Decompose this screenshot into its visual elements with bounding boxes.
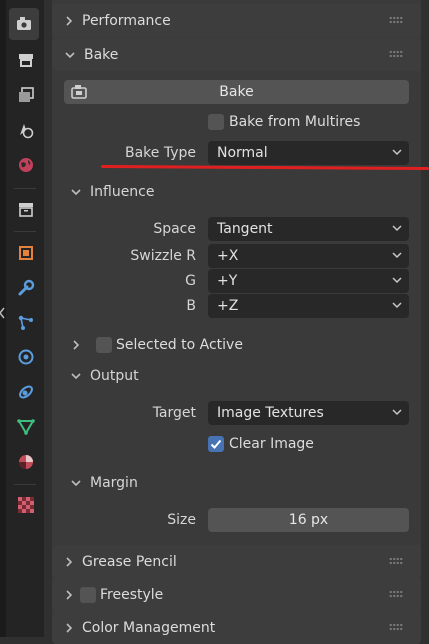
particles-icon[interactable]: [13, 310, 39, 336]
selected-to-active-label: Selected to Active: [116, 337, 243, 353]
subpanel-title: Influence: [90, 184, 155, 200]
subpanel-header-influence[interactable]: Influence: [70, 178, 155, 206]
panel-header-bake[interactable]: Bake: [52, 38, 421, 71]
subpanel-header-selected-to-active[interactable]: [70, 331, 82, 359]
selected-to-active-checkbox[interactable]: [96, 337, 112, 353]
panel-header-grease-pencil[interactable]: Grease Pencil: [52, 545, 421, 578]
checkmark-icon: [210, 439, 222, 449]
subpanel-header-output[interactable]: Output: [70, 362, 139, 390]
target-value: Image Textures: [217, 405, 324, 421]
chevron-right-icon: [73, 340, 80, 350]
constraints-icon[interactable]: [13, 379, 39, 405]
clear-image-checkbox[interactable]: [208, 436, 224, 452]
panel-title: Performance: [82, 12, 171, 29]
bake-type-label: Bake Type: [124, 145, 196, 161]
size-value: 16 px: [288, 512, 329, 528]
drag-grip-icon[interactable]: [389, 50, 403, 58]
drag-grip-icon[interactable]: [389, 590, 403, 598]
space-value: Tangent: [217, 221, 273, 237]
chevron-down-icon: [71, 189, 81, 196]
chevron-right-icon: [66, 589, 73, 600]
object-icon[interactable]: [13, 240, 39, 266]
swizzle-b-value: +Z: [217, 298, 239, 314]
physics-icon[interactable]: [13, 344, 39, 370]
panel-title: Freestyle: [100, 586, 164, 603]
subpanel-header-margin[interactable]: Margin: [70, 469, 138, 497]
output-properties-icon[interactable]: [13, 47, 39, 73]
chevron-down-icon: [392, 225, 402, 232]
collapse-arrow-icon[interactable]: [0, 300, 8, 326]
world-icon[interactable]: [13, 152, 39, 178]
object-data-icon[interactable]: [13, 414, 39, 440]
modifier-icon[interactable]: [13, 275, 39, 301]
swizzle-r-dropdown[interactable]: +X: [208, 244, 409, 268]
clear-image-label: Clear Image: [229, 436, 314, 452]
panel-header-freestyle[interactable]: Freestyle: [52, 578, 421, 611]
bake-button-label: Bake: [219, 84, 254, 100]
target-label: Target: [152, 405, 196, 421]
collection-icon[interactable]: [13, 196, 39, 222]
bake-from-multires-label: Bake from Multires: [229, 114, 361, 130]
drag-grip-icon[interactable]: [389, 623, 403, 631]
swizzle-r-label: Swizzle R: [130, 248, 196, 264]
chevron-down-icon: [71, 480, 81, 487]
bake-type-value: Normal: [217, 145, 268, 161]
panel-title: Color Management: [82, 619, 216, 636]
subpanel-title: Margin: [90, 475, 138, 491]
chevron-right-icon: [66, 556, 73, 567]
swizzle-b-label: B: [186, 298, 196, 314]
target-dropdown[interactable]: Image Textures: [208, 401, 409, 425]
bake-from-multires-checkbox[interactable]: [208, 114, 224, 130]
properties-tab-bar: [0, 0, 44, 637]
bake-render-icon: [71, 85, 87, 99]
swizzle-b-dropdown[interactable]: +Z: [208, 294, 409, 318]
view-layer-icon[interactable]: [13, 82, 39, 108]
chevron-down-icon: [392, 409, 402, 416]
swizzle-g-value: +Y: [217, 273, 238, 289]
chevron-down-icon: [65, 51, 75, 58]
panel-header-color-management[interactable]: Color Management: [52, 611, 421, 644]
panel-title: Bake: [84, 46, 119, 63]
chevron-down-icon: [71, 373, 81, 380]
space-label: Space: [153, 221, 196, 237]
size-field[interactable]: 16 px: [208, 508, 409, 532]
chevron-right-icon: [66, 15, 73, 26]
chevron-down-icon: [392, 277, 402, 284]
size-label: Size: [167, 512, 196, 528]
scene-icon[interactable]: [13, 117, 39, 143]
freestyle-checkbox[interactable]: [80, 586, 96, 603]
panel-title: Grease Pencil: [82, 553, 177, 570]
space-dropdown[interactable]: Tangent: [208, 217, 409, 241]
material-icon[interactable]: [13, 449, 39, 475]
subpanel-title: Output: [90, 368, 139, 384]
panel-header-performance[interactable]: Performance: [52, 4, 421, 37]
chevron-right-icon: [66, 622, 73, 633]
chevron-down-icon: [392, 149, 402, 156]
chevron-down-icon: [392, 302, 402, 309]
swizzle-g-dropdown[interactable]: +Y: [208, 269, 409, 293]
chevron-down-icon: [392, 252, 402, 259]
render-properties-icon[interactable]: [9, 8, 39, 40]
swizzle-g-label: G: [185, 273, 196, 289]
bake-button[interactable]: Bake: [64, 80, 409, 104]
swizzle-r-value: +X: [217, 248, 239, 264]
drag-grip-icon[interactable]: [389, 16, 403, 24]
drag-grip-icon[interactable]: [389, 557, 403, 565]
bake-type-dropdown[interactable]: Normal: [208, 141, 409, 165]
texture-icon[interactable]: [13, 492, 39, 518]
